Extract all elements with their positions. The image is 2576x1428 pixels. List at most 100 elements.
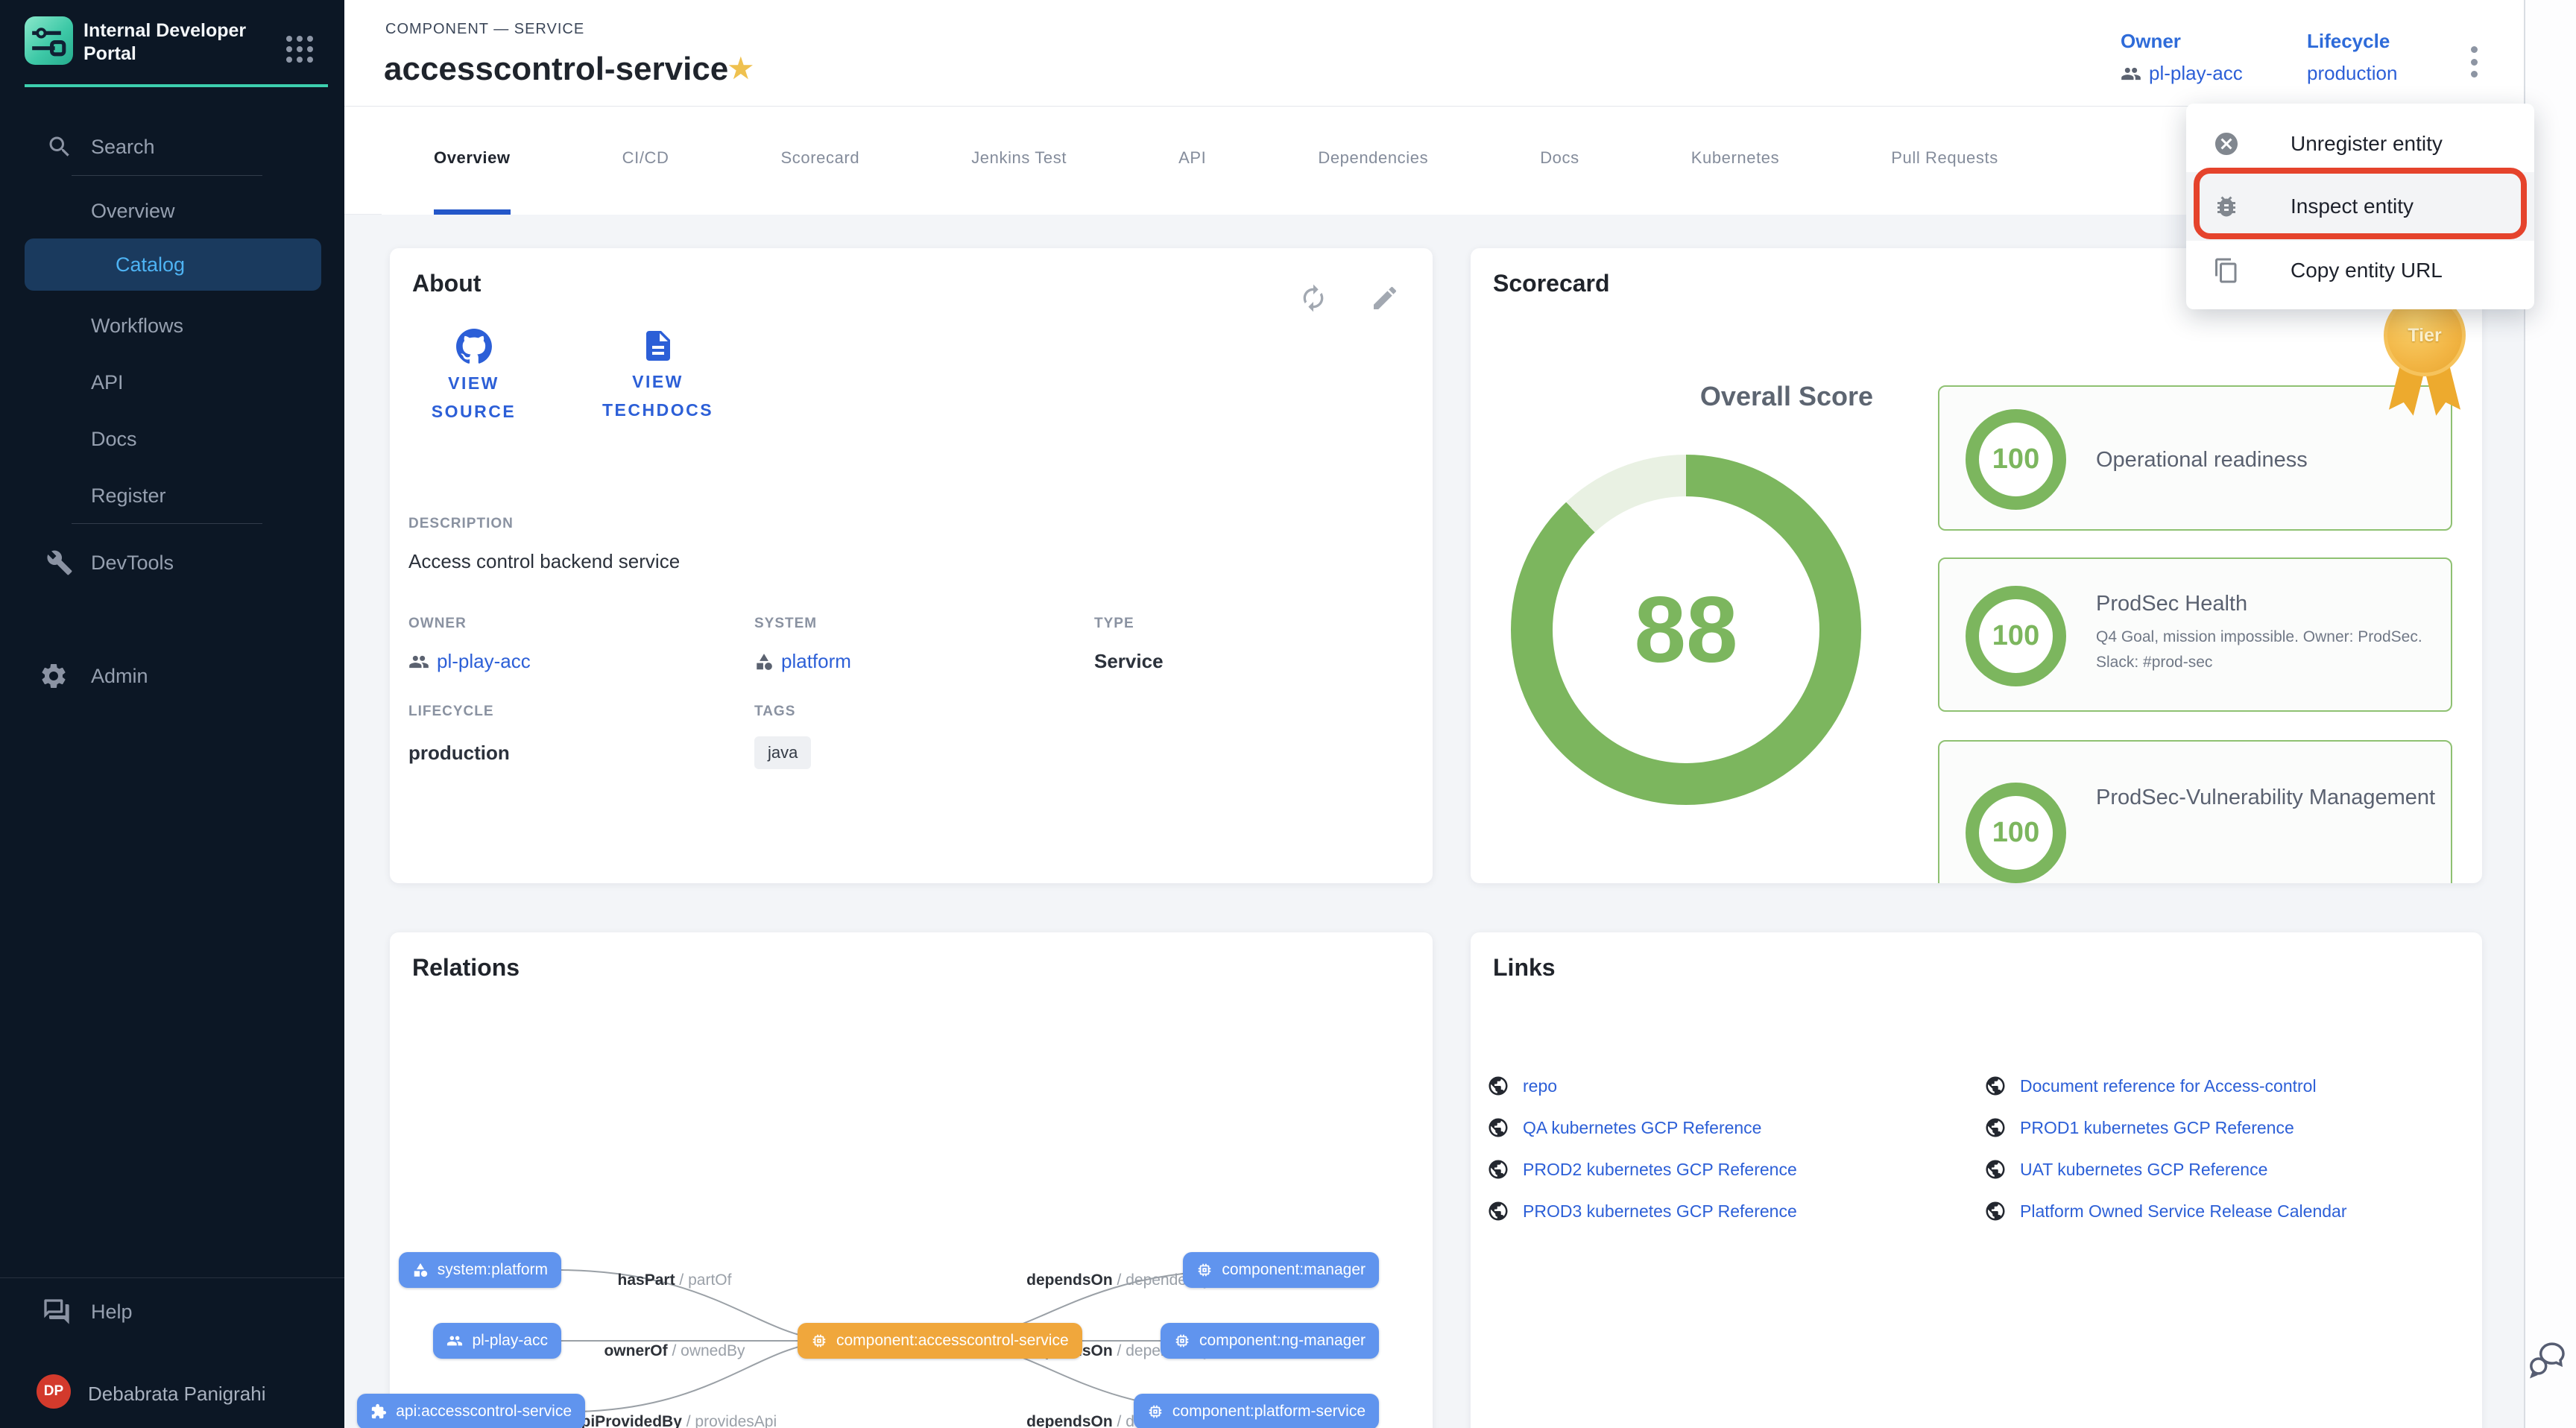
- tab-docs[interactable]: Docs: [1540, 107, 1579, 215]
- globe-icon: [1487, 1200, 1509, 1222]
- link-document-reference[interactable]: Document reference for Access-control: [1984, 1075, 2317, 1097]
- menu-item-copy-entity-url[interactable]: Copy entity URL: [2186, 236, 2534, 305]
- group-icon: [446, 1333, 463, 1349]
- portal-title: Internal Developer Portal: [83, 19, 277, 66]
- link-qa-kubernetes[interactable]: QA kubernetes GCP Reference: [1487, 1116, 1761, 1139]
- chat-feedback-button[interactable]: [2527, 1338, 2569, 1380]
- tab-cicd[interactable]: CI/CD: [622, 107, 669, 215]
- component-icon: [1147, 1403, 1164, 1420]
- tab-jenkins-test[interactable]: Jenkins Test: [971, 107, 1067, 215]
- lifecycle-field: Lifecycle production: [2307, 30, 2397, 85]
- sidebar-item-devtools[interactable]: DevTools: [0, 542, 344, 584]
- tab-api[interactable]: API: [1178, 107, 1206, 215]
- internal-developer-portal-app: Internal Developer Portal Search Overvie…: [0, 0, 2576, 1428]
- globe-icon: [1487, 1158, 1509, 1181]
- sidebar-item-docs[interactable]: Docs: [0, 418, 344, 460]
- sidebar: Internal Developer Portal Search Overvie…: [0, 0, 344, 1428]
- user-name[interactable]: Debabrata Panigrahi: [88, 1383, 266, 1406]
- tab-dependencies[interactable]: Dependencies: [1318, 107, 1428, 215]
- scorecard-check-card[interactable]: 100 ProdSec-Vulnerability Management: [1938, 740, 2452, 883]
- relation-node-system-platform[interactable]: system:platform: [399, 1252, 561, 1288]
- relation-node-component-accesscontrol-service[interactable]: component:accesscontrol-service: [798, 1323, 1082, 1359]
- about-heading: About: [412, 270, 481, 297]
- link-prod3-kubernetes[interactable]: PROD3 kubernetes GCP Reference: [1487, 1200, 1797, 1222]
- relation-node-component-platform-service[interactable]: component:platform-service: [1134, 1394, 1379, 1428]
- tags-label: TAGS: [754, 704, 795, 720]
- scorecard-heading: Scorecard: [1493, 270, 1610, 297]
- sidebar-item-api[interactable]: API: [0, 361, 344, 403]
- sidebar-item-label: API: [91, 371, 124, 394]
- entity-kind-breadcrumb: COMPONENT — SERVICE: [385, 21, 584, 38]
- relation-node-pl-play-acc[interactable]: pl-play-acc: [433, 1323, 561, 1359]
- sidebar-item-overview[interactable]: Overview: [0, 190, 344, 232]
- sidebar-item-workflows[interactable]: Workflows: [0, 305, 344, 347]
- refresh-icon[interactable]: [1298, 283, 1328, 313]
- view-techdocs-link[interactable]: VIEW TECHDOCS: [570, 328, 745, 424]
- sidebar-divider: [72, 523, 262, 524]
- edit-icon[interactable]: [1370, 283, 1400, 313]
- globe-icon: [1984, 1200, 2007, 1222]
- link-uat-kubernetes[interactable]: UAT kubernetes GCP Reference: [1984, 1158, 2267, 1181]
- scorecard-card: Scorecard Overall Score 88 100 Operation…: [1471, 248, 2482, 883]
- system-link[interactable]: platform: [754, 650, 851, 673]
- sidebar-item-label: Search: [91, 136, 155, 159]
- type-value: Service: [1094, 650, 1164, 673]
- sidebar-item-register[interactable]: Register: [0, 475, 344, 516]
- entity-context-menu-button[interactable]: [2463, 43, 2485, 80]
- tab-scorecard[interactable]: Scorecard: [781, 107, 860, 215]
- link-repo[interactable]: repo: [1487, 1075, 1557, 1097]
- description-label: DESCRIPTION: [408, 516, 514, 532]
- component-icon: [1174, 1333, 1190, 1349]
- owner-field: Owner pl-play-acc: [2121, 30, 2243, 85]
- relation-node-component-manager[interactable]: component:manager: [1183, 1252, 1379, 1288]
- sidebar-item-catalog[interactable]: Catalog: [25, 238, 321, 291]
- sidebar-accent-rule: [25, 84, 328, 87]
- tier-badge-label: Tier: [2408, 325, 2441, 347]
- system-icon: [754, 652, 774, 672]
- tab-overview[interactable]: Overview: [434, 107, 511, 215]
- check-score-ring: 100: [1966, 783, 2066, 883]
- portal-logo[interactable]: [25, 16, 73, 65]
- favorite-star-icon[interactable]: ★: [727, 52, 755, 85]
- overall-score-value: 88: [1634, 577, 1737, 683]
- sidebar-item-help[interactable]: Help: [0, 1291, 344, 1333]
- menu-item-unregister-entity[interactable]: Unregister entity: [2186, 110, 2534, 178]
- sidebar-divider: [0, 1277, 344, 1278]
- tag-chip-java[interactable]: java: [754, 736, 811, 769]
- globe-icon: [1487, 1075, 1509, 1097]
- owner-label: Owner: [2121, 30, 2243, 53]
- sidebar-item-label: DevTools: [91, 552, 174, 575]
- check-title: Operational readiness: [2096, 445, 2439, 475]
- sidebar-item-label: Admin: [91, 665, 148, 688]
- link-release-calendar[interactable]: Platform Owned Service Release Calendar: [1984, 1200, 2346, 1222]
- sidebar-item-search[interactable]: Search: [0, 126, 344, 168]
- sidebar-item-admin[interactable]: Admin: [0, 655, 344, 697]
- user-avatar[interactable]: DP: [37, 1374, 71, 1409]
- sidebar-item-label: Overview: [91, 200, 175, 223]
- system-icon: [412, 1262, 429, 1278]
- bug-icon: [2213, 193, 2240, 220]
- about-lifecycle-label: LIFECYCLE: [408, 704, 494, 720]
- lifecycle-label: Lifecycle: [2307, 30, 2397, 53]
- tier-badge: Tier: [2384, 294, 2466, 417]
- scorecard-check-card[interactable]: 100 ProdSec Health Q4 Goal, mission impo…: [1938, 557, 2452, 712]
- link-prod1-kubernetes[interactable]: PROD1 kubernetes GCP Reference: [1984, 1116, 2294, 1139]
- api-icon: [370, 1403, 387, 1420]
- menu-item-inspect-entity[interactable]: Inspect entity: [2186, 172, 2534, 241]
- apps-grid-icon[interactable]: [286, 36, 316, 66]
- scorecard-check-card[interactable]: 100 Operational readiness: [1938, 385, 2452, 531]
- check-title: ProdSec-Vulnerability Management: [2096, 783, 2450, 812]
- about-owner-link[interactable]: pl-play-acc: [408, 650, 531, 673]
- relation-node-component-ng-manager[interactable]: component:ng-manager: [1161, 1323, 1379, 1359]
- link-prod2-kubernetes[interactable]: PROD2 kubernetes GCP Reference: [1487, 1158, 1797, 1181]
- system-label: SYSTEM: [754, 616, 817, 632]
- owner-link[interactable]: pl-play-acc: [2121, 62, 2243, 85]
- globe-icon: [1984, 1116, 2007, 1139]
- github-icon: [455, 328, 493, 365]
- check-title: ProdSec Health: [2096, 589, 2439, 619]
- relation-node-api-accesscontrol-service[interactable]: api:accesscontrol-service: [357, 1394, 585, 1428]
- overall-score-label: Overall Score: [1600, 381, 1973, 412]
- view-source-link[interactable]: VIEW SOURCE: [408, 328, 539, 426]
- tab-kubernetes[interactable]: Kubernetes: [1691, 107, 1780, 215]
- tab-pull-requests[interactable]: Pull Requests: [1891, 107, 1998, 215]
